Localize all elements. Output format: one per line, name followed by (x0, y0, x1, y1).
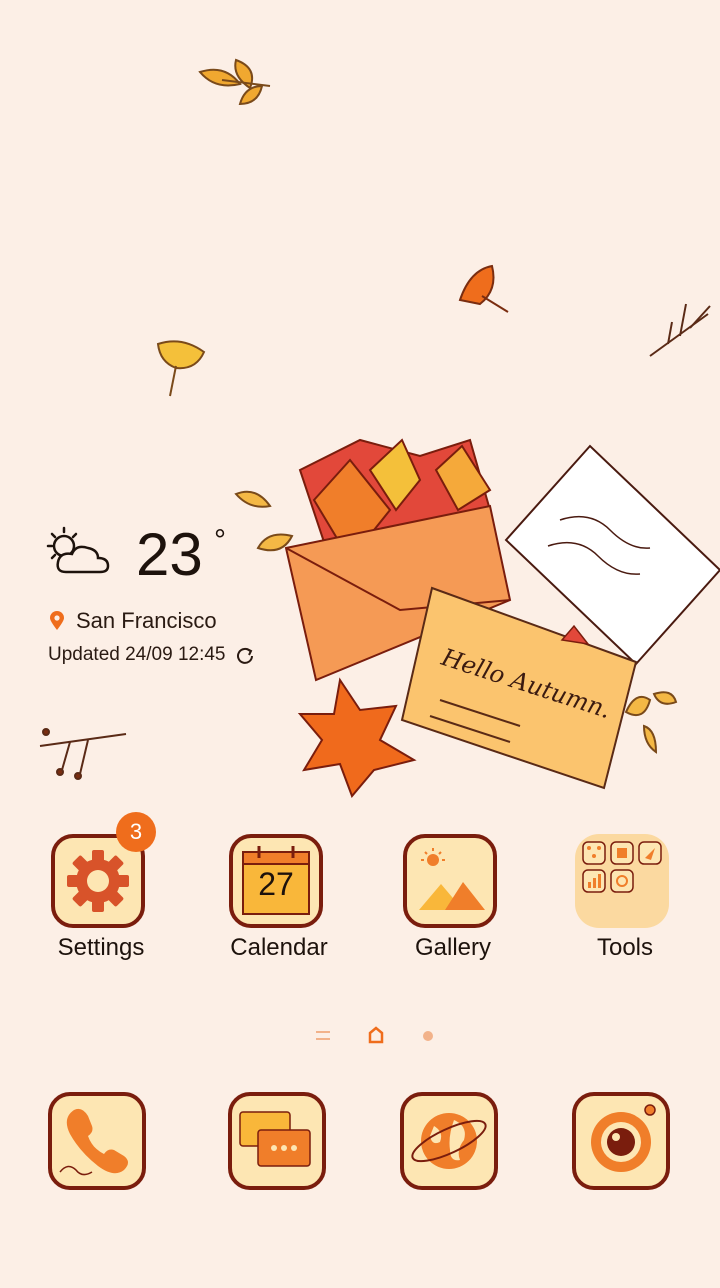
dock-messages[interactable] (228, 1092, 326, 1190)
calendar-date: 27 (258, 866, 294, 902)
home-page-icon (368, 1026, 384, 1044)
phone-icon (59, 1108, 128, 1176)
temperature: 23 (136, 521, 203, 588)
page-dot-icon (423, 1031, 433, 1041)
ginkgo-leaf-yellow (156, 340, 206, 397)
dock-camera[interactable] (572, 1092, 670, 1190)
app-calendar[interactable]: 27 Calendar (224, 834, 334, 974)
app-label-settings: Settings (57, 934, 145, 961)
app-gallery[interactable]: Gallery (398, 834, 508, 974)
tools-tile (575, 834, 669, 928)
location-row[interactable]: San Francisco (50, 608, 217, 634)
leaf-sprig-top (198, 58, 271, 106)
app-label-calendar: Calendar (230, 934, 328, 961)
refresh-icon[interactable] (236, 646, 254, 664)
twig-right (649, 303, 711, 357)
maple-leaf (297, 677, 417, 798)
gallery-tile (403, 834, 497, 928)
menu-page-icon (316, 1031, 330, 1040)
app-settings[interactable]: 3 Settings (46, 812, 156, 974)
twig-left (39, 728, 127, 780)
location-label: San Francisco (76, 608, 217, 633)
app-tools-folder[interactable]: Tools (570, 834, 680, 974)
ginkgo-leaf-orange (458, 264, 509, 313)
notification-badge: 3 (116, 812, 156, 852)
tools-folder-icon (582, 841, 662, 893)
leaf-sprig-right (624, 691, 678, 754)
page-indicator[interactable] (310, 1024, 440, 1048)
updated-label: Updated 24/09 12:45 (48, 644, 226, 665)
updated-row: Updated 24/09 12:45 (48, 644, 254, 666)
app-label-tools: Tools (596, 934, 654, 961)
dock-browser[interactable] (400, 1092, 498, 1190)
browser-icon (411, 1113, 487, 1169)
app-label-gallery: Gallery (414, 934, 492, 961)
partly-cloudy-icon (46, 526, 110, 574)
messages-icon (239, 1111, 311, 1167)
settings-gear-icon (67, 850, 129, 912)
location-pin-icon (50, 611, 64, 630)
calendar-tile: 27 (229, 834, 323, 928)
weather-widget[interactable]: 23 ° San Francisco Updated 24/09 12:45 (44, 520, 304, 680)
dock-phone[interactable] (48, 1092, 146, 1190)
gallery-icon (419, 848, 485, 910)
page-indicator-graphic (316, 1026, 433, 1044)
degree-symbol: ° (214, 524, 226, 557)
camera-icon (591, 1104, 656, 1172)
